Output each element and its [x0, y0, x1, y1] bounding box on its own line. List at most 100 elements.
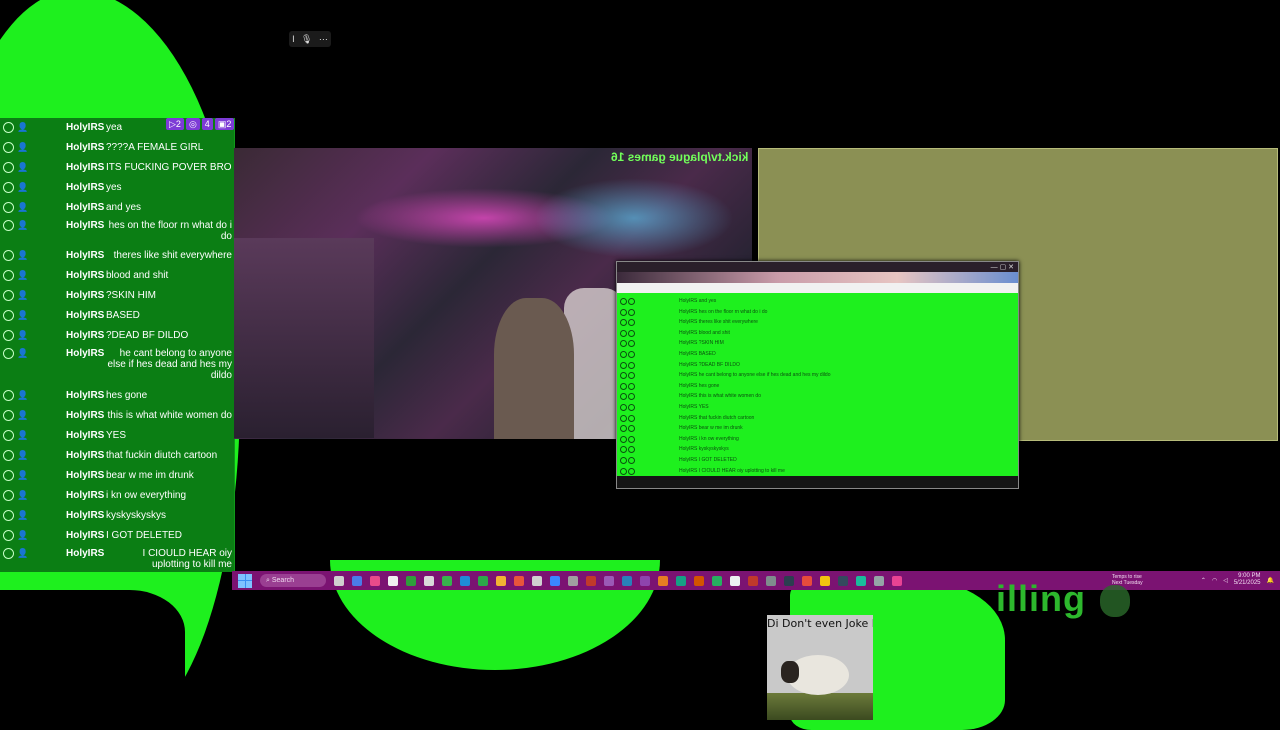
user-icon[interactable]	[628, 467, 635, 475]
user-icon[interactable]: 👤	[17, 202, 28, 213]
chat-username[interactable]: HolyIRS	[66, 348, 104, 359]
browser-address-bar[interactable]	[617, 283, 1018, 293]
timeout-icon[interactable]	[3, 410, 14, 421]
user-icon[interactable]: 👤	[17, 470, 28, 481]
user-icon[interactable]	[628, 372, 635, 380]
taskbar-app-icon[interactable]	[658, 575, 668, 586]
chat-username[interactable]: HolyIRS	[66, 548, 104, 559]
timeout-icon[interactable]	[3, 182, 14, 193]
timeout-icon[interactable]	[3, 348, 14, 359]
timeout-icon[interactable]	[620, 414, 627, 422]
timeout-icon[interactable]	[620, 298, 627, 305]
chat-username[interactable]: HolyIRS	[66, 530, 104, 541]
user-icon[interactable]: 👤	[17, 122, 28, 133]
timeout-icon[interactable]	[620, 435, 627, 443]
timeout-icon[interactable]	[3, 290, 14, 301]
taskbar-app-icon[interactable]	[856, 575, 866, 586]
user-icon[interactable]: 👤	[17, 250, 28, 261]
user-icon[interactable]	[628, 298, 635, 305]
timeout-icon[interactable]	[620, 393, 627, 401]
chat-username[interactable]: HolyIRS	[66, 410, 104, 421]
taskbar-app-icon[interactable]	[442, 575, 452, 586]
taskbar-app-icon[interactable]	[802, 575, 812, 586]
timeout-icon[interactable]	[3, 450, 14, 461]
taskbar-app-icon[interactable]	[694, 575, 704, 586]
user-icon[interactable]: 👤	[17, 162, 28, 173]
timeout-icon[interactable]	[620, 457, 627, 464]
user-icon[interactable]: 👤	[17, 490, 28, 501]
timeout-icon[interactable]	[3, 202, 14, 213]
taskbar-app-icon[interactable]	[406, 575, 416, 586]
user-icon[interactable]	[628, 351, 635, 358]
timeout-icon[interactable]	[3, 220, 14, 231]
chat-username[interactable]: HolyIRS	[66, 142, 104, 153]
timeout-icon[interactable]	[3, 548, 14, 559]
user-icon[interactable]	[628, 329, 635, 337]
taskbar-app-icon[interactable]	[784, 575, 794, 586]
volume-icon[interactable]: ◁	[1223, 577, 1228, 584]
more-icon[interactable]: ⋯	[319, 34, 328, 45]
notification-bell-icon[interactable]: 🔔	[1267, 577, 1274, 584]
user-icon[interactable]	[628, 319, 635, 327]
user-icon[interactable]	[628, 425, 635, 433]
user-icon[interactable]: 👤	[17, 450, 28, 461]
user-icon[interactable]: 👤	[17, 430, 28, 441]
chat-username[interactable]: HolyIRS	[66, 310, 104, 321]
user-icon[interactable]: 👤	[17, 410, 28, 421]
user-icon[interactable]	[628, 446, 635, 454]
taskbar-app-icon[interactable]	[334, 575, 344, 586]
taskbar-app-icon[interactable]	[460, 575, 470, 586]
chevron-up-icon[interactable]: ⌃	[1201, 577, 1206, 584]
timeout-icon[interactable]	[620, 351, 627, 358]
taskbar-search[interactable]: ⌕ Search	[260, 574, 326, 587]
user-icon[interactable]	[628, 414, 635, 422]
taskbar-app-icon[interactable]	[586, 575, 596, 586]
timeout-icon[interactable]	[3, 510, 14, 521]
timeout-icon[interactable]	[3, 470, 14, 481]
chat-username[interactable]: HolyIRS	[66, 390, 104, 401]
timeout-icon[interactable]	[3, 390, 14, 401]
user-icon[interactable]	[628, 435, 635, 443]
user-icon[interactable]: 👤	[17, 348, 28, 359]
user-icon[interactable]: 👤	[17, 310, 28, 321]
taskbar-app-icon[interactable]	[712, 575, 722, 586]
taskbar-app-icon[interactable]	[892, 575, 902, 586]
user-icon[interactable]	[628, 393, 635, 401]
timeout-icon[interactable]	[620, 340, 627, 348]
user-icon[interactable]: 👤	[17, 548, 28, 559]
timeout-icon[interactable]	[620, 361, 627, 369]
timeout-icon[interactable]	[620, 382, 627, 390]
timeout-icon[interactable]	[620, 425, 627, 433]
user-icon[interactable]: 👤	[17, 220, 28, 231]
timeout-icon[interactable]	[3, 330, 14, 341]
browser-titlebar[interactable]: — ▢ ✕	[617, 262, 1018, 272]
taskbar-app-icon[interactable]	[748, 575, 758, 586]
cursor-icon[interactable]: I	[292, 34, 295, 44]
timeout-icon[interactable]	[3, 162, 14, 173]
user-icon[interactable]	[628, 340, 635, 348]
chat-username[interactable]: HolyIRS	[66, 470, 104, 481]
timeout-icon[interactable]	[3, 250, 14, 261]
taskbar-app-icon[interactable]	[820, 575, 830, 586]
user-icon[interactable]	[628, 457, 635, 464]
timeout-icon[interactable]	[620, 329, 627, 337]
timeout-icon[interactable]	[620, 372, 627, 380]
chat-username[interactable]: HolyIRS	[66, 220, 104, 231]
timeout-icon[interactable]	[620, 467, 627, 475]
timeout-icon[interactable]	[3, 430, 14, 441]
taskbar-app-icon[interactable]	[622, 575, 632, 586]
taskbar-app-icon[interactable]	[874, 575, 884, 586]
chat-username[interactable]: HolyIRS	[66, 182, 104, 193]
taskbar-app-icon[interactable]	[838, 575, 848, 586]
browser-window[interactable]: — ▢ ✕ HolyIRS and yes HolyIRS hes on the …	[616, 261, 1019, 489]
taskbar-app-icon[interactable]	[550, 575, 560, 586]
user-icon[interactable]: 👤	[17, 270, 28, 281]
chat-username[interactable]: HolyIRS	[66, 290, 104, 301]
chat-username[interactable]: HolyIRS	[66, 122, 104, 133]
timeout-icon[interactable]	[3, 142, 14, 153]
timeout-icon[interactable]	[3, 270, 14, 281]
user-icon[interactable]: 👤	[17, 330, 28, 341]
chat-username[interactable]: HolyIRS	[66, 250, 104, 261]
user-icon[interactable]: 👤	[17, 510, 28, 521]
taskbar-app-icon[interactable]	[676, 575, 686, 586]
